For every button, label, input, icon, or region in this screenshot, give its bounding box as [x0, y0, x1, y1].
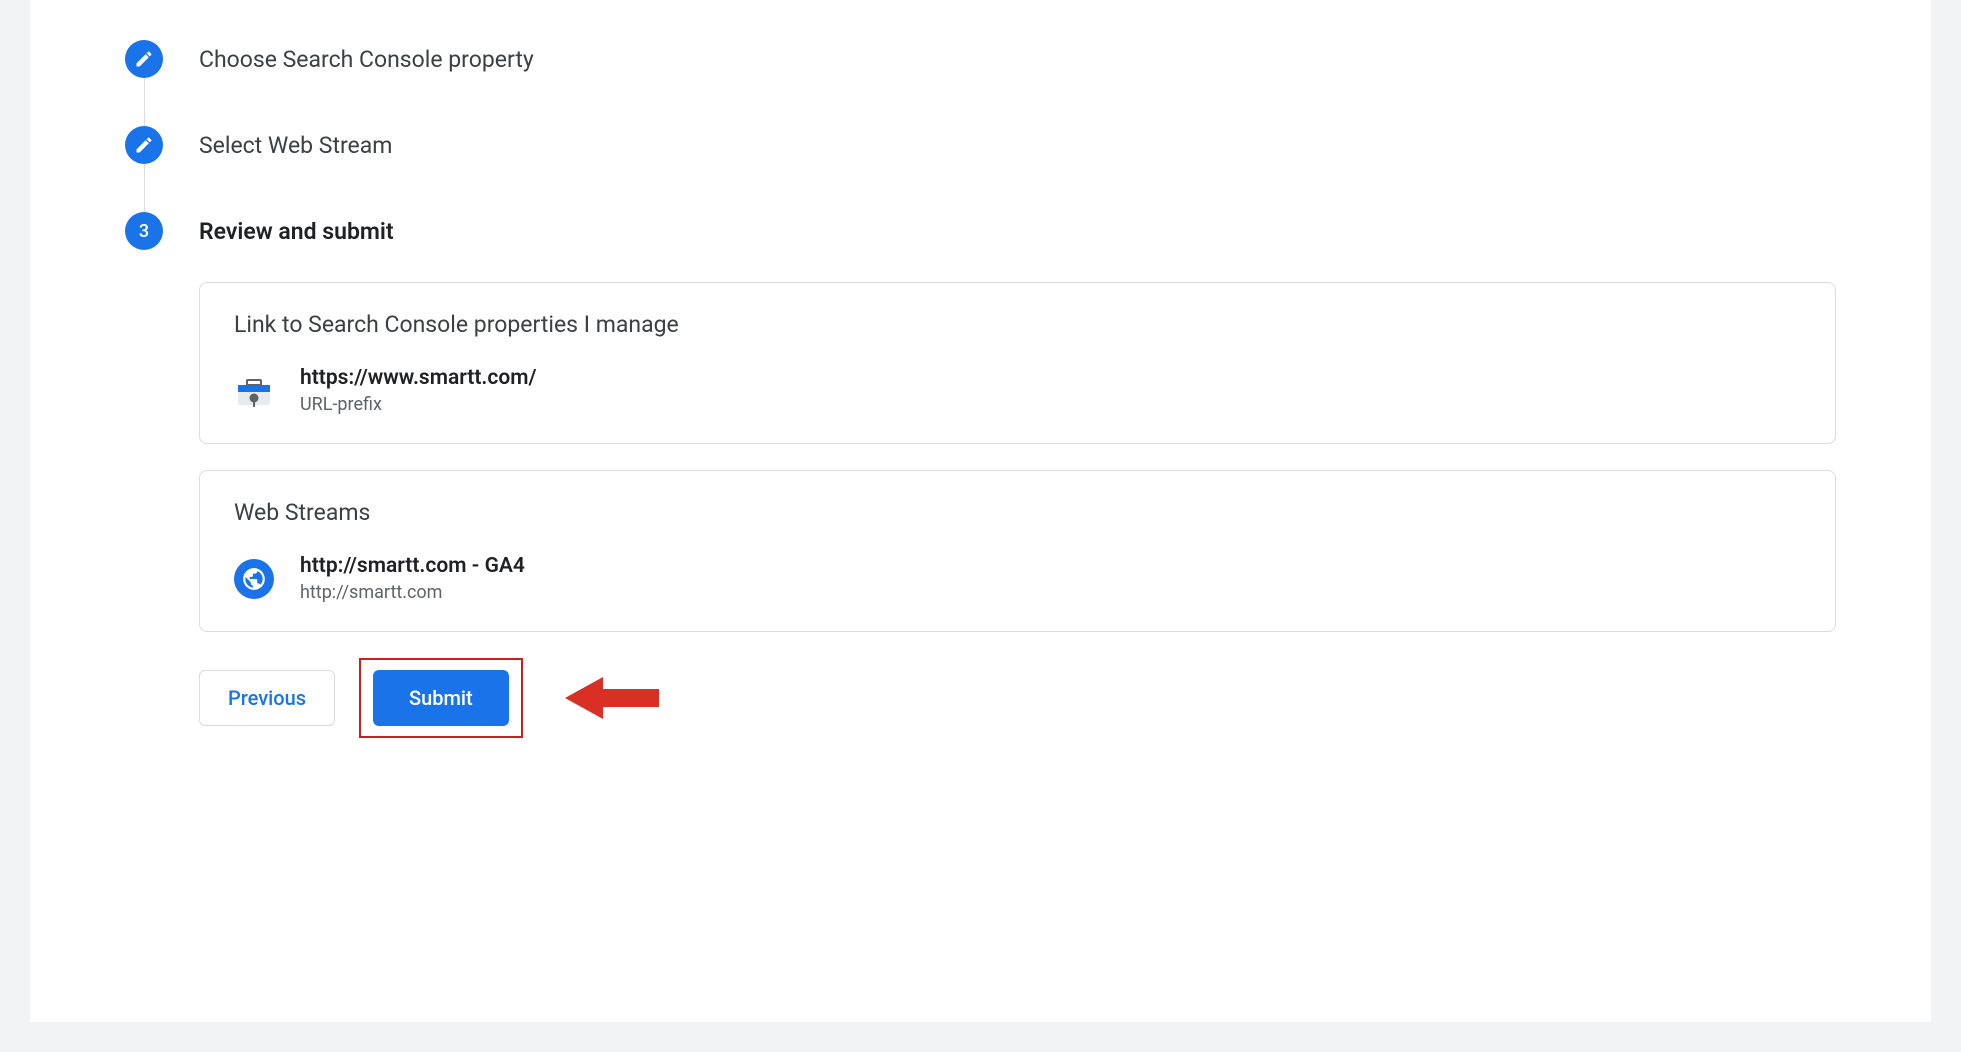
web-stream-url: http://smartt.com [300, 582, 525, 603]
globe-icon [234, 559, 274, 599]
search-console-type: URL-prefix [300, 394, 536, 415]
search-console-url: https://www.smartt.com/ [300, 366, 536, 390]
web-streams-card: Web Streams http://smartt.com - GA4 http… [199, 470, 1836, 632]
submit-highlight-annotation: Submit [359, 658, 523, 738]
vertical-stepper: Choose Search Console property Select We… [125, 40, 1836, 738]
step-number-badge: 3 [125, 212, 163, 250]
web-stream-entry-text: http://smartt.com - GA4 http://smartt.co… [300, 554, 525, 603]
web-stream-entry: http://smartt.com - GA4 http://smartt.co… [234, 554, 1801, 603]
stepper-panel: Choose Search Console property Select We… [30, 0, 1931, 1022]
arrow-left-icon [565, 671, 659, 725]
step-connector [144, 164, 1836, 212]
search-console-card: Link to Search Console properties I mana… [199, 282, 1836, 444]
step-connector [144, 78, 1836, 126]
step-3-label: Review and submit [199, 218, 394, 245]
search-console-card-title: Link to Search Console properties I mana… [234, 311, 1801, 338]
step-2-header[interactable]: Select Web Stream [125, 126, 1836, 164]
step-2-label: Select Web Stream [199, 132, 392, 159]
submit-button[interactable]: Submit [373, 670, 509, 726]
edit-icon [125, 126, 163, 164]
edit-icon [125, 40, 163, 78]
search-console-entry: https://www.smartt.com/ URL-prefix [234, 366, 1801, 415]
previous-button[interactable]: Previous [199, 670, 335, 726]
toolbox-icon [234, 371, 274, 411]
web-streams-card-title: Web Streams [234, 499, 1801, 526]
step-1-label: Choose Search Console property [199, 46, 534, 73]
step-1-header[interactable]: Choose Search Console property [125, 40, 1836, 78]
web-stream-name: http://smartt.com - GA4 [300, 554, 525, 578]
step-3-header: 3 Review and submit [125, 212, 1836, 250]
actions-row: Previous Submit [199, 658, 1836, 738]
review-content: Link to Search Console properties I mana… [199, 282, 1836, 738]
search-console-entry-text: https://www.smartt.com/ URL-prefix [300, 366, 536, 415]
